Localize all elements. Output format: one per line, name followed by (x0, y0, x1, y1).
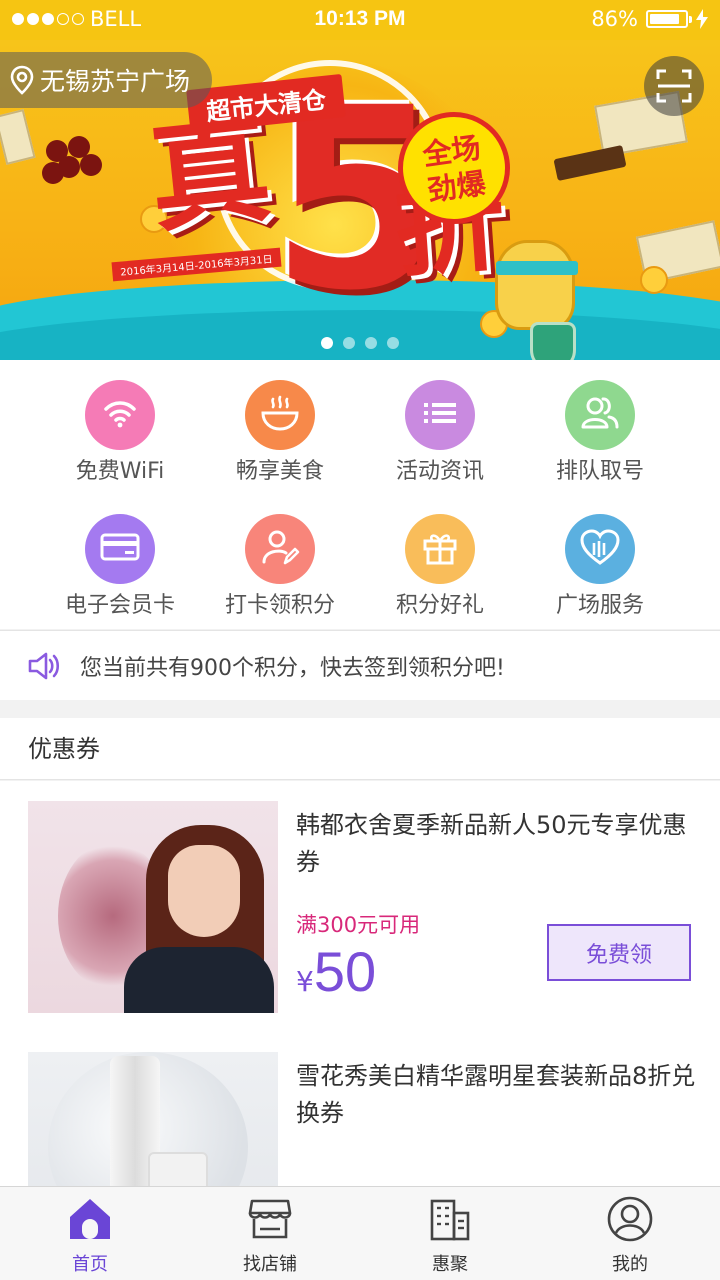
service-label: 免费WiFi (75, 459, 165, 484)
battery-percent: 86% (591, 7, 638, 31)
service-label: 电子会员卡 (64, 593, 175, 618)
service-item[interactable]: 打卡领积分 (190, 494, 370, 628)
battery-icon (646, 10, 692, 28)
battery-group: 86% (591, 7, 708, 31)
gift-icon (420, 527, 460, 571)
mascot-headband (496, 261, 578, 275)
notice-text: 您当前共有900个积分，快去签到领积分吧! (80, 655, 505, 681)
pager-dot[interactable] (387, 337, 399, 349)
pager-dot[interactable] (321, 337, 333, 349)
service-item[interactable]: 积分好礼 (350, 494, 530, 628)
service-label: 畅享美食 (235, 459, 324, 484)
service-label: 积分好礼 (395, 593, 484, 618)
pager-dot[interactable] (343, 337, 355, 349)
service-icon-badge (85, 380, 155, 450)
cherry-image (80, 154, 102, 176)
coin-image (640, 266, 668, 294)
status-bar: BELL 10:13 PM 86% (0, 0, 720, 40)
coupon-title: 雪花秀美白精华露明星套装新品8折兑换券 (296, 1062, 696, 1127)
coupon-title: 韩都衣舍夏季新品新人50元专享优惠券 (296, 811, 687, 876)
service-icon-badge (405, 380, 475, 450)
food-bowl-icon (259, 393, 301, 437)
location-name: 无锡苏宁广场 (40, 67, 191, 96)
service-icon-badge (85, 514, 155, 584)
service-item[interactable]: 广场服务 (510, 494, 690, 628)
service-label: 打卡领积分 (224, 593, 335, 618)
service-label: 活动资讯 (395, 459, 484, 484)
service-icon-badge (245, 514, 315, 584)
checkin-icon (260, 527, 300, 571)
coupons-section-title: 优惠券 (0, 718, 720, 780)
service-icon-badge (565, 380, 635, 450)
speaker-icon (28, 652, 60, 679)
service-item[interactable]: 电子会员卡 (30, 494, 210, 628)
service-icon-badge (245, 380, 315, 450)
coupon-amount: 50 (313, 940, 377, 1003)
location-selector[interactable]: 无锡苏宁广场 (0, 52, 213, 108)
snack-box-image (0, 109, 36, 165)
service-icon-badge (405, 514, 475, 584)
scan-icon (656, 69, 692, 103)
tab-label: 找店铺 (243, 1254, 297, 1275)
currency-symbol: ¥ (296, 965, 314, 998)
building-icon (426, 1195, 474, 1243)
coupon-card[interactable]: 韩都衣舍夏季新品新人50元专享优惠券 满300元可用 ¥50 免费领 (0, 781, 720, 1033)
cherry-image (42, 162, 64, 184)
service-item[interactable]: 排队取号 (510, 360, 690, 494)
profile-icon (606, 1195, 654, 1243)
claim-coupon-button[interactable]: 免费领 (547, 924, 691, 981)
tab-label: 惠聚 (432, 1254, 468, 1275)
queue-people-icon (579, 393, 621, 437)
coupon-image (28, 801, 278, 1013)
tab-item[interactable]: 找店铺 (180, 1187, 360, 1280)
battery-fill (650, 14, 680, 24)
chocolate-image (553, 144, 627, 182)
scan-button[interactable] (644, 56, 704, 116)
service-item[interactable]: 免费WiFi (30, 360, 210, 494)
service-item[interactable]: 活动资讯 (350, 360, 530, 494)
coupon-photo (28, 801, 278, 1013)
model-face (168, 845, 240, 937)
mascot-image (495, 240, 578, 330)
tab-item[interactable]: 我的 (540, 1187, 720, 1280)
list-icon (422, 398, 458, 432)
points-notice[interactable]: 您当前共有900个积分，快去签到领积分吧! (0, 630, 720, 700)
location-pin-icon (10, 65, 34, 95)
charging-bolt-icon (696, 9, 708, 29)
model-body (124, 947, 274, 1013)
service-label: 排队取号 (555, 459, 644, 484)
store-icon (246, 1195, 294, 1243)
member-card-icon (99, 530, 141, 568)
tab-item[interactable]: 首页 (0, 1187, 180, 1280)
tab-item[interactable]: 惠聚 (360, 1187, 540, 1280)
wifi-icon (100, 393, 140, 437)
pager-dot[interactable] (365, 337, 377, 349)
coupon-price: ¥50 (296, 939, 376, 1004)
service-label: 广场服务 (555, 593, 644, 618)
tab-label: 首页 (72, 1254, 108, 1275)
tab-label: 我的 (612, 1254, 648, 1275)
home-icon (66, 1195, 114, 1243)
coupon-condition: 满300元可用 (296, 913, 421, 937)
app-screen: BELL 10:13 PM 86% 真 5 折 超市大清仓 全场 劲爆 2016… (0, 0, 720, 1280)
service-grid: 免费WiFi 畅享美食 活动资讯 排队取号电子会员卡 打卡领积分 积分好礼 广场服务 (0, 360, 720, 629)
banner-pager[interactable] (0, 337, 720, 349)
service-icon-badge (565, 514, 635, 584)
bottom-tab-bar: 首页 找店铺 惠聚 我的 (0, 1186, 720, 1280)
service-heart-icon (579, 527, 621, 571)
service-item[interactable]: 畅享美食 (190, 360, 370, 494)
